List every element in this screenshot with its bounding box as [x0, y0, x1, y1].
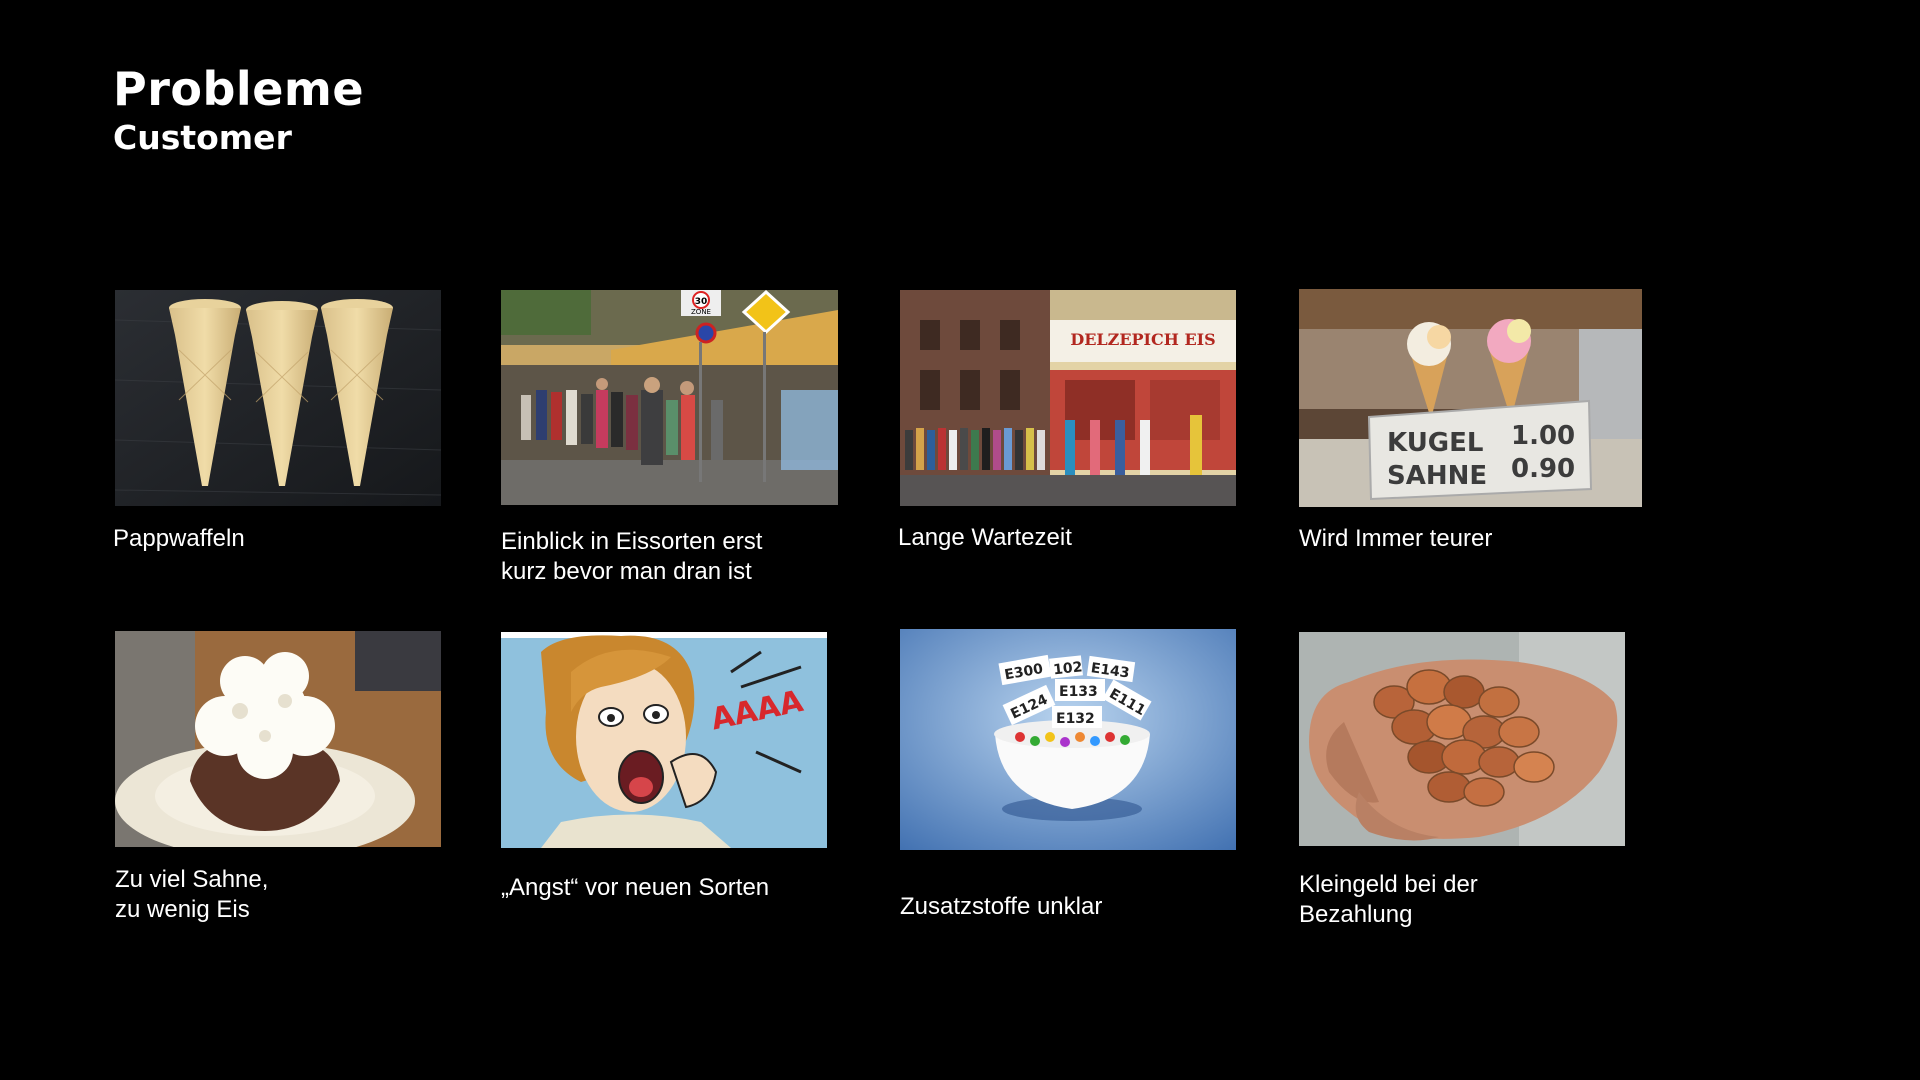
card-caption: „Angst“ vor neuen Sorten [501, 874, 770, 901]
card-caption: Zusatzstoffe unklar [900, 893, 1103, 920]
bowl-of-candy-with-e-numbers-image: E300 102 E143 E133 E124 E111 E132 [900, 629, 1236, 850]
slide-subtitle: Customer [113, 118, 292, 157]
long-line-at-ice-cream-parlor-image: DELZEPICH EIS [900, 290, 1236, 506]
card-caption: Lange Wartezeit [898, 524, 1072, 551]
e-number-label: 102 [1052, 659, 1083, 678]
e-number-label: E132 [1056, 711, 1095, 727]
presentation-slide: Probleme Customer Pappwaffeln 30 ZONE Ei… [0, 0, 1920, 1080]
price-row1-label: KUGEL [1387, 428, 1483, 458]
zone-number-text: 30 [695, 297, 708, 307]
price-row1-value: 1.00 [1511, 421, 1575, 451]
card-caption: Wird Immer teurer [1299, 525, 1493, 552]
empty-ice-cream-cones-image [115, 290, 441, 506]
e-number-label: E133 [1059, 684, 1098, 700]
zone-sign-text: ZONE [691, 308, 711, 316]
slide-title: Probleme [113, 62, 365, 116]
card-caption: Zu viel Sahne, zu wenig Eis [115, 866, 269, 923]
ice-cream-price-sign-image: KUGEL 1.00 SAHNE 0.90 [1299, 289, 1642, 507]
ice-cream-with-whipped-cream-image [115, 631, 441, 847]
card-caption: Pappwaffeln [113, 525, 245, 552]
card-caption: Einblick in Eissorten erst kurz bevor ma… [501, 528, 763, 585]
card-caption: Kleingeld bei der Bezahlung [1299, 871, 1478, 928]
price-row2-label: SAHNE [1387, 461, 1487, 491]
pop-art-screaming-woman-image: AAAA [501, 632, 827, 848]
shop-sign-text: DELZEPICH EIS [1070, 330, 1215, 349]
hand-full-of-coins-image [1299, 632, 1625, 846]
queue-in-front-of-ice-cream-shop-image: 30 ZONE [501, 290, 838, 505]
price-row2-value: 0.90 [1511, 454, 1575, 484]
